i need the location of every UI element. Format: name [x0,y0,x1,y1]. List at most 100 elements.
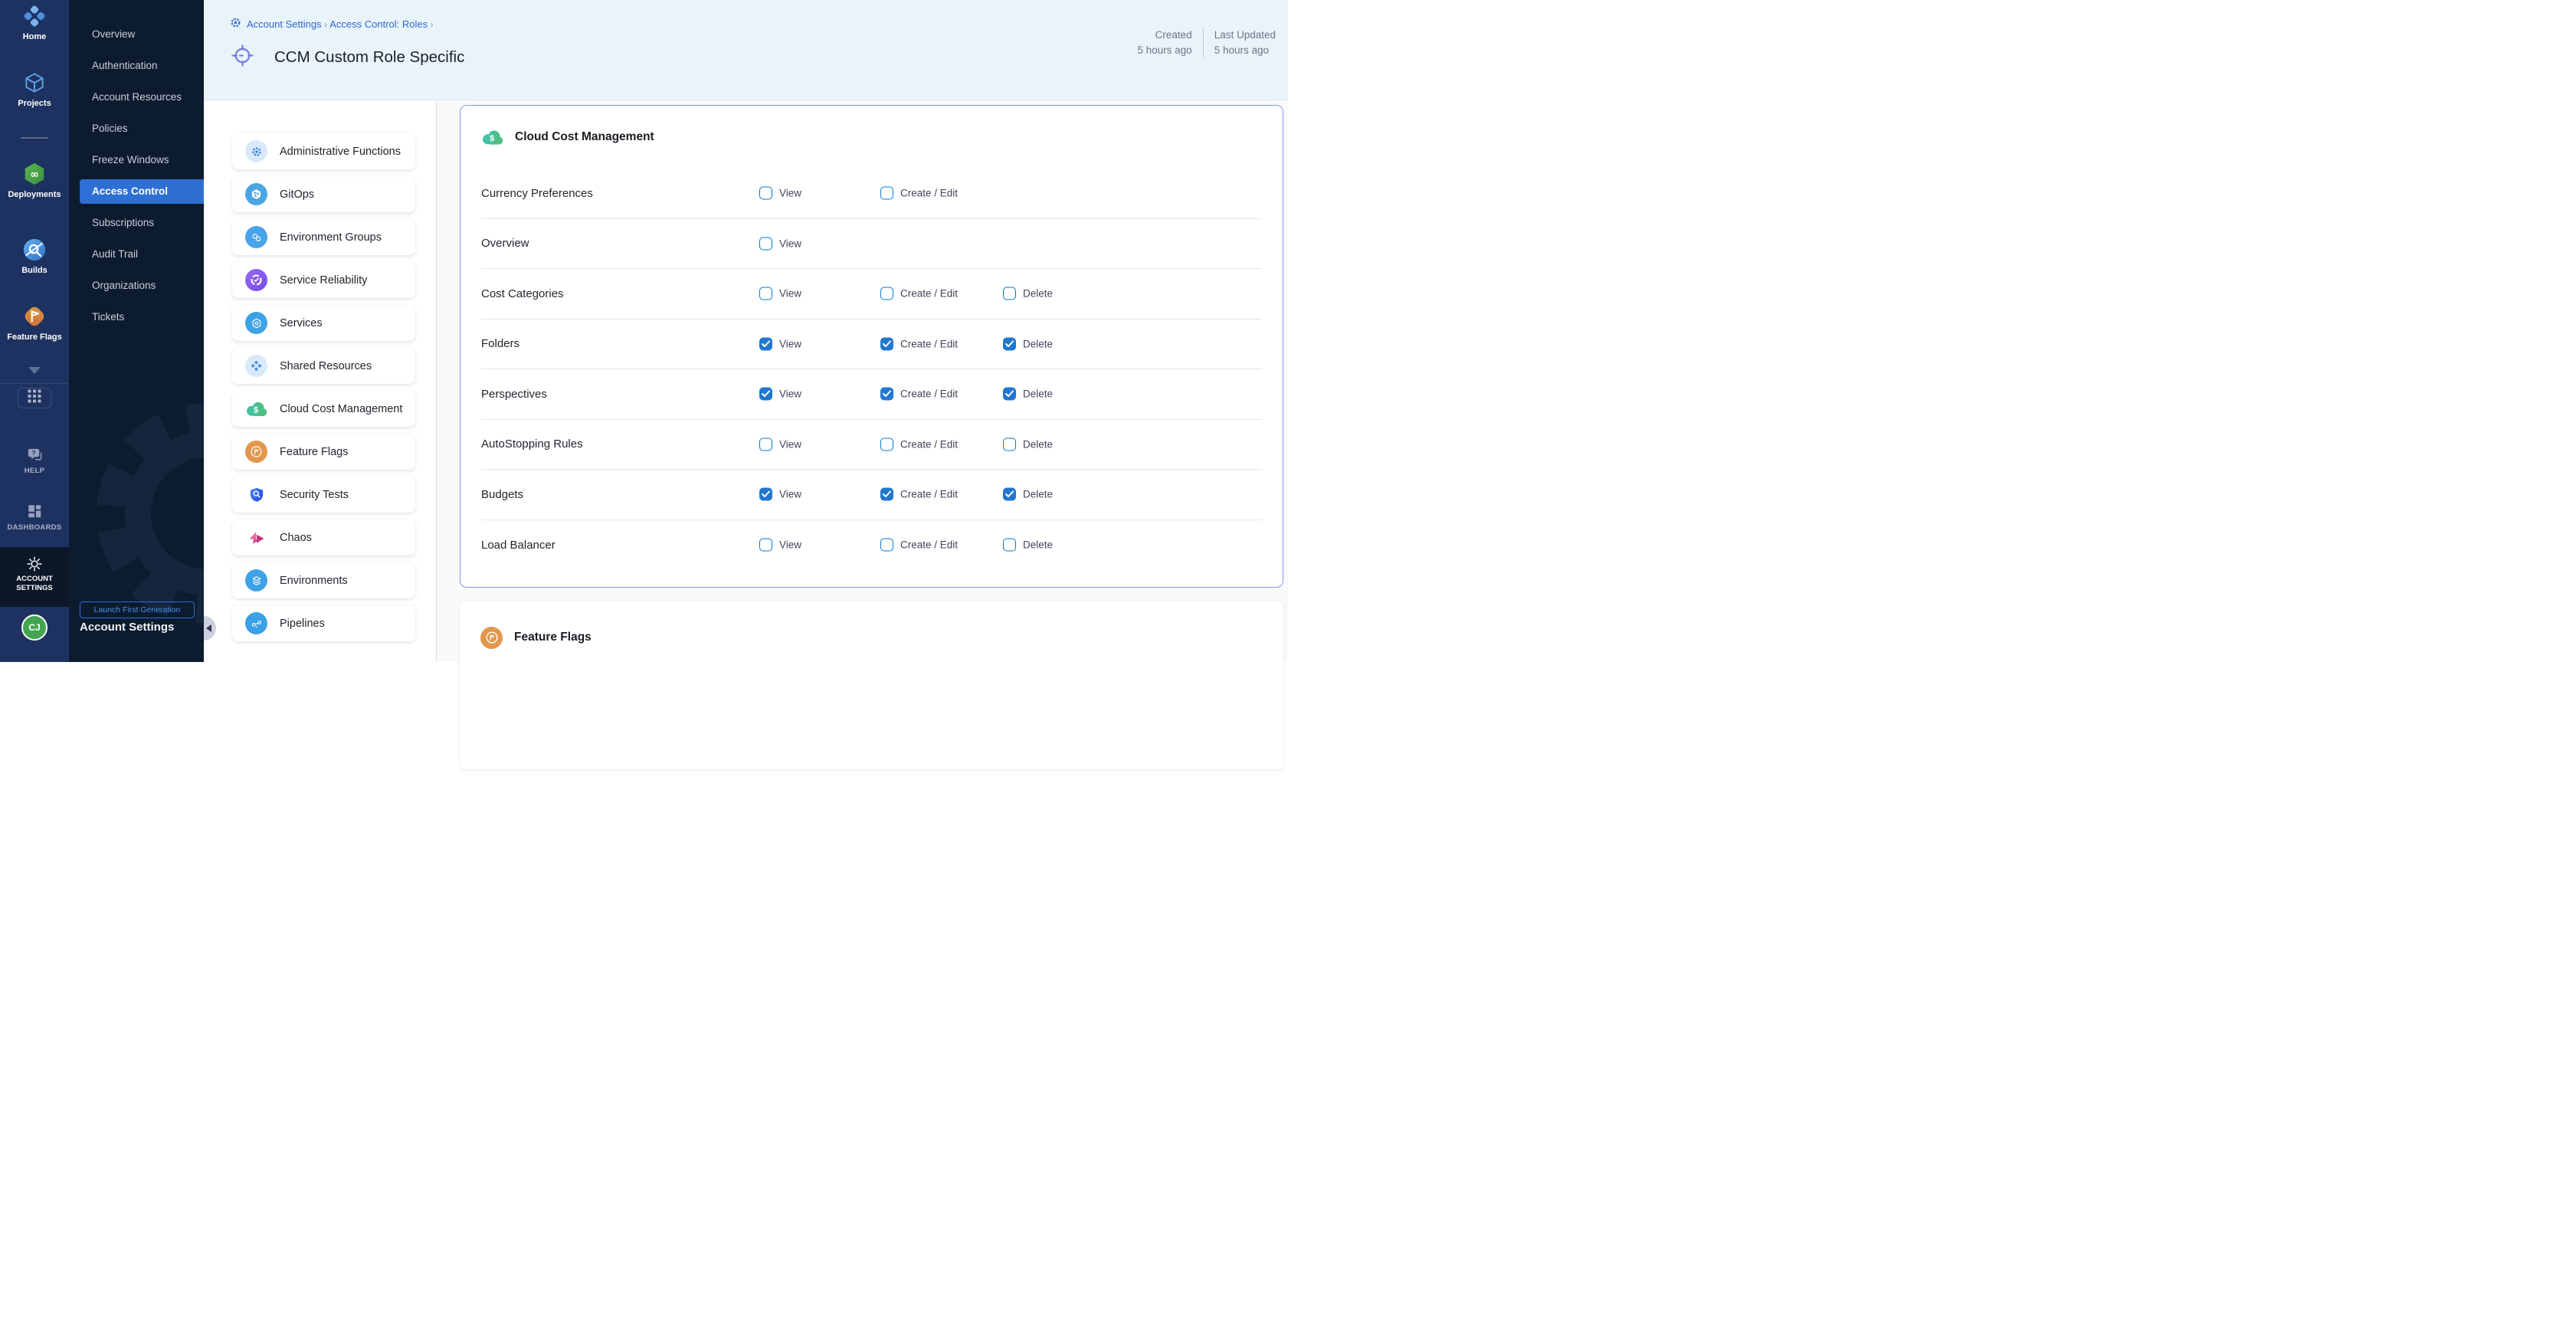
checkbox-folders-create-edit[interactable] [880,337,893,350]
resource-card-feature-flags[interactable]: Feature Flags [232,434,415,470]
checkbox-folders-delete[interactable] [1003,337,1016,350]
checkbox-load-balancer-view[interactable] [759,539,772,552]
permission-autostopping-rules-view: View [759,438,801,451]
permission-row-folders: FoldersViewCreate / EditDelete [481,320,1262,370]
sidebar-item-tickets[interactable]: Tickets [69,301,204,333]
permission-row-currency-preferences: Currency PreferencesViewCreate / Edit [481,169,1262,219]
home-grid-icon [0,2,69,30]
resource-card-pipelines[interactable]: Pipelines [232,605,415,641]
rail-item-projects[interactable]: Projects [0,69,69,108]
permission-cost-categories-view: View [759,287,801,300]
waffle-grid-icon [28,389,41,407]
checkbox-currency-preferences-view[interactable] [759,187,772,200]
permission-perspectives-create-edit: Create / Edit [880,388,958,401]
role-meta: Created 5 hours ago Last Updated 5 hours… [1137,28,1276,58]
rail-item-feature-flags[interactable]: Feature Flags [0,303,69,342]
checkbox-autostopping-rules-create-edit[interactable] [880,438,893,451]
module-rail: Home Projects ∞Deployments Builds Feature Fl… [0,0,69,662]
checkbox-budgets-view[interactable] [759,488,772,501]
permission-budgets-create-edit: Create / Edit [880,488,958,501]
permission-folders-delete: Delete [1003,337,1053,350]
breadcrumb: Account Settings › Access Control: Roles… [230,17,433,32]
apps-waffle-button[interactable] [18,388,51,408]
sidebar-item-audit-trail[interactable]: Audit Trail [69,238,204,270]
resource-card-shared-resources[interactable]: Shared Resources [232,348,415,384]
shared-resources-icon [245,355,267,377]
checkbox-perspectives-view[interactable] [759,388,772,401]
permission-currency-preferences-create-edit: Create / Edit [880,187,958,200]
permission-overview-view: View [759,237,801,250]
sidebar-item-policies[interactable]: Policies [69,113,204,144]
rail-item-deployments[interactable]: ∞Deployments [0,160,69,199]
target-crosshair-icon [231,44,254,70]
checkbox-budgets-delete[interactable] [1003,488,1016,501]
resource-nav-column: Administrative Functions GitOps Environmen… [204,101,437,662]
resource-card-security-tests[interactable]: Security Tests [232,477,415,513]
checkbox-perspectives-create-edit[interactable] [880,388,893,401]
sidebar-item-authentication[interactable]: Authentication [69,50,204,81]
svg-text:?: ? [31,449,35,457]
breadcrumb-separator: › [322,19,330,30]
grid-dashboard-icon [0,501,69,521]
flag-circle-icon [480,627,503,649]
launch-first-generation-button[interactable]: Launch First Generation [80,601,195,618]
checkbox-folders-view[interactable] [759,337,772,350]
sidebar-item-overview[interactable]: Overview [69,18,204,50]
checkbox-budgets-create-edit[interactable] [880,488,893,501]
permission-row-perspectives: PerspectivesViewCreate / EditDelete [481,369,1262,420]
checkbox-load-balancer-create-edit[interactable] [880,539,893,552]
panel-title: Cloud Cost Management [515,130,654,144]
resource-card-gitops[interactable]: GitOps [232,176,415,212]
sidebar-item-organizations[interactable]: Organizations [69,270,204,301]
resource-card-environments[interactable]: Environments [232,562,415,598]
gear-icon [230,17,241,32]
help-chat-icon: ? [0,444,69,464]
permission-load-balancer-delete: Delete [1003,539,1053,552]
breadcrumb-link-access-control-roles[interactable]: Access Control: Roles [329,18,428,30]
resource-card-cloud-cost-management[interactable]: $Cloud Cost Management [232,391,415,427]
rail-section-divider [0,383,69,384]
sidebar-item-subscriptions[interactable]: Subscriptions [69,207,204,238]
permission-load-balancer-view: View [759,539,801,552]
rail-item-builds[interactable]: Builds [0,236,69,275]
rail-item-account-settings[interactable]: ACCOUNT SETTINGS [0,547,69,607]
checkbox-load-balancer-delete[interactable] [1003,539,1016,552]
avatar[interactable]: CJ [21,614,48,641]
resource-card-services[interactable]: Services [232,305,415,341]
rail-item-dashboards[interactable]: DASHBOARDS [0,501,69,532]
sidebar-title: Account Settings [80,621,174,634]
checkbox-cost-categories-create-edit[interactable] [880,287,893,300]
checkbox-overview-view[interactable] [759,237,772,250]
resource-card-service-reliability[interactable]: Service Reliability [232,262,415,298]
rail-item-home[interactable]: Home [0,2,69,41]
permission-folders-view: View [759,337,801,350]
checkbox-autostopping-rules-delete[interactable] [1003,438,1016,451]
checkbox-cost-categories-view[interactable] [759,287,772,300]
created-value: 5 hours ago [1137,43,1191,58]
gitops-cube-icon [245,183,267,205]
permission-row-autostopping-rules: AutoStopping RulesViewCreate / EditDelet… [481,420,1262,470]
compass-search-icon [0,236,69,264]
checkbox-autostopping-rules-view[interactable] [759,438,772,451]
rail-item-help[interactable]: ?HELP [0,444,69,475]
cube-icon [0,69,69,97]
feature-flags-panel: Feature Flags [460,601,1283,769]
checkbox-currency-preferences-create-edit[interactable] [880,187,893,200]
sidebar-item-account-resources[interactable]: Account Resources [69,81,204,113]
checkbox-cost-categories-delete[interactable] [1003,287,1016,300]
permission-folders-create-edit: Create / Edit [880,337,958,350]
pipeline-links-icon [245,612,267,634]
resource-card-chaos[interactable]: Chaos [232,519,415,555]
resource-card-administrative-functions[interactable]: Administrative Functions [232,133,415,169]
sidebar-item-freeze-windows[interactable]: Freeze Windows [69,144,204,175]
chevron-down-icon[interactable] [28,367,41,374]
flag-circle-icon [245,441,267,463]
svg-text:$: $ [254,406,259,415]
breadcrumb-link-account-settings[interactable]: Account Settings [247,18,322,30]
environment-groups-icon [245,226,267,248]
sidebar-item-access-control[interactable]: Access Control [80,179,204,204]
account-settings-label: ACCOUNT [16,575,53,583]
checkbox-perspectives-delete[interactable] [1003,388,1016,401]
resource-card-environment-groups[interactable]: Environment Groups [232,219,415,255]
panel-title: Feature Flags [514,631,592,644]
